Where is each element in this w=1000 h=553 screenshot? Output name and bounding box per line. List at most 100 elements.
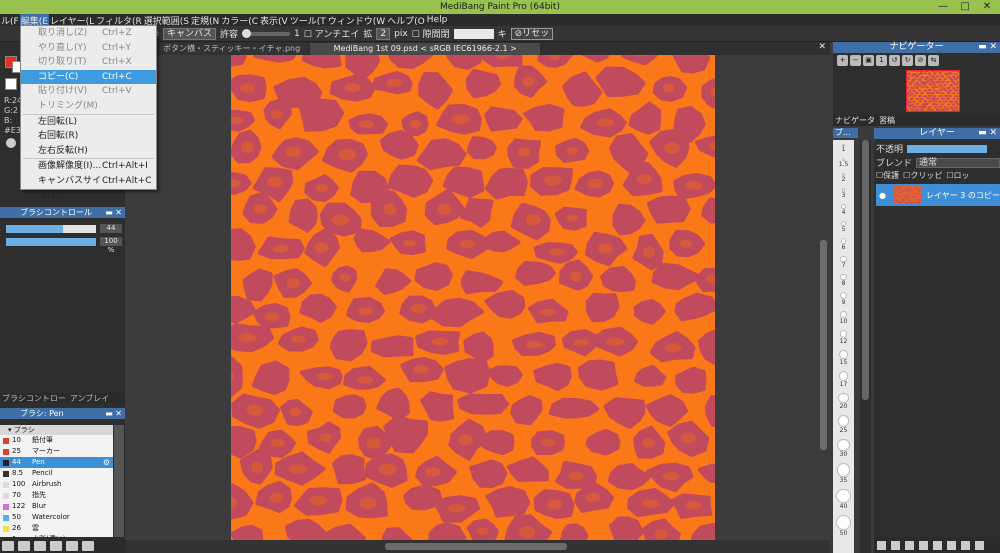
- actual-size-icon[interactable]: 1: [876, 55, 887, 66]
- copy-brush-icon[interactable]: [34, 540, 46, 551]
- blend-select[interactable]: 通常: [916, 157, 1000, 168]
- reset-rotate-icon[interactable]: ⊘: [915, 55, 926, 66]
- edit-menu-item-3[interactable]: コピー(C) Ctrl+C: [21, 69, 156, 85]
- brush-size-item[interactable]: 30: [833, 438, 854, 458]
- brush-opacity-slider[interactable]: [6, 238, 96, 246]
- brush-size-item[interactable]: 6: [833, 238, 854, 251]
- brush-item[interactable]: 8.5 Pencil: [0, 468, 113, 479]
- brush-list-scrollbar[interactable]: [114, 425, 124, 537]
- brush-size-item[interactable]: 1: [833, 144, 854, 153]
- add-brush-icon[interactable]: [2, 540, 14, 551]
- brush-size-item[interactable]: 15: [833, 350, 854, 366]
- layer-move-up-icon[interactable]: [933, 540, 942, 550]
- brush-size-item[interactable]: 20: [833, 392, 854, 410]
- edit-menu-item-7[interactable]: 右回転(R): [21, 129, 156, 144]
- menu-item-0[interactable]: ル(F: [0, 14, 20, 27]
- rotate-right-icon[interactable]: ↻: [902, 55, 913, 66]
- lock-checkbox[interactable]: ☐ロッ: [946, 170, 969, 181]
- brush-size-item[interactable]: 17: [833, 371, 854, 388]
- palette-icon[interactable]: [6, 138, 16, 148]
- brush-size-slider[interactable]: [6, 225, 96, 233]
- edit-menu-item-10[interactable]: キャンバスサイズ(S)... Ctrl+Alt+C: [21, 174, 156, 201]
- menu-item-5[interactable]: 定規(N: [190, 14, 220, 27]
- brush-size-item[interactable]: 35: [833, 463, 854, 484]
- edit-menu-item-2[interactable]: 切り取り(T) Ctrl+X: [21, 55, 156, 70]
- brush-size-item[interactable]: 2: [833, 173, 854, 183]
- new-layer-icon[interactable]: [877, 540, 886, 550]
- brush-item[interactable]: 70 指先: [0, 490, 113, 501]
- minimize-button[interactable]: —: [932, 0, 954, 14]
- menu-item-6[interactable]: カラー(C: [220, 14, 259, 27]
- close-button[interactable]: ✕: [976, 0, 998, 14]
- brush-item[interactable]: 122 Blur: [0, 501, 113, 512]
- brush-size-item[interactable]: 12: [833, 330, 854, 345]
- brush-size-item[interactable]: 1.5: [833, 158, 854, 168]
- brush-category[interactable]: ▾ ブラシ: [0, 425, 113, 435]
- brush-item[interactable]: 25 マーカー: [0, 446, 113, 457]
- brush-item[interactable]: 26 雲: [0, 523, 113, 534]
- brush-panel-close-icon[interactable]: ▬ ✕: [105, 408, 122, 419]
- clipping-checkbox[interactable]: ☐クリッピ: [903, 170, 942, 181]
- panel-pin-icon[interactable]: ▬ ✕: [105, 207, 122, 218]
- merge-layer-icon[interactable]: [961, 540, 970, 550]
- brush-item[interactable]: 100 Airbrush: [0, 479, 113, 490]
- brush-size-scrollbar[interactable]: [860, 140, 871, 553]
- visibility-eye-icon[interactable]: ●: [879, 191, 886, 200]
- brush-settings-icon[interactable]: [18, 540, 30, 551]
- layer-item[interactable]: ● レイヤー 3 のコピー: [876, 184, 1000, 206]
- menu-item-8[interactable]: ツール(T: [289, 14, 327, 27]
- navigator-thumbnail[interactable]: [906, 70, 960, 112]
- brush-size-item[interactable]: 4: [833, 204, 854, 216]
- tab-file1[interactable]: ボタン横・スティッキー・イチャ.png: [155, 43, 309, 55]
- brush-size-item[interactable]: 3: [833, 188, 854, 199]
- brush-size-value[interactable]: 44: [100, 224, 122, 233]
- tolerance-slider[interactable]: [242, 28, 291, 38]
- close-tab-icon[interactable]: ✕: [818, 42, 826, 52]
- brush-opacity-value[interactable]: 100 %: [100, 237, 122, 254]
- edit-menu-item-1[interactable]: やり直し(Y) Ctrl+Y: [21, 41, 156, 56]
- transparent-color-swatch[interactable]: [5, 78, 17, 90]
- layer-opacity-slider[interactable]: [907, 144, 988, 153]
- canvas-artwork[interactable]: [231, 55, 715, 540]
- navigator-close-icon[interactable]: ▬ ✕: [978, 42, 997, 53]
- tab-history[interactable]: 習稿: [877, 115, 897, 126]
- brush-size-item[interactable]: 40: [833, 488, 854, 510]
- menu-item-11[interactable]: Help: [426, 15, 449, 25]
- tab-file2[interactable]: MediBang 1st 09.psd < sRGB IEC61966-2.1 …: [310, 43, 541, 55]
- brush-item[interactable]: 10 鉛付筆: [0, 435, 113, 446]
- edit-menu-item-0[interactable]: 取り消し(Z) Ctrl+Z: [21, 26, 156, 41]
- layer-close-icon[interactable]: ▬ ✕: [978, 128, 997, 139]
- menu-item-7[interactable]: 表示(V: [259, 14, 289, 27]
- new-folder-icon[interactable]: [919, 540, 928, 550]
- flip-icon[interactable]: ⇆: [928, 55, 939, 66]
- tab-brush-control[interactable]: ブラシコントロー: [0, 393, 68, 403]
- maximize-button[interactable]: □: [954, 0, 976, 14]
- tab-navigator[interactable]: ナビゲータ: [833, 115, 877, 126]
- gap-close-input[interactable]: [453, 28, 494, 39]
- new-halftone-layer-icon[interactable]: [905, 540, 914, 550]
- reference-select[interactable]: キャンバス: [163, 27, 217, 40]
- brush-item[interactable]: 50 Watercolor: [0, 512, 113, 523]
- brush-settings-gear-icon[interactable]: ⚙: [103, 457, 110, 468]
- zoom-out-icon[interactable]: −: [850, 55, 861, 66]
- menu-item-9[interactable]: ウィンドウ(W: [327, 14, 386, 27]
- expand-select[interactable]: 2: [376, 27, 391, 40]
- brush-size-item[interactable]: 7: [833, 255, 854, 269]
- brush-size-item[interactable]: 5: [833, 220, 854, 233]
- brush-size-item[interactable]: 50: [833, 515, 854, 537]
- brush-move-icon[interactable]: [66, 540, 78, 551]
- edit-menu-item-5[interactable]: トリミング(M): [21, 99, 156, 114]
- new-8bit-layer-icon[interactable]: [891, 540, 900, 550]
- brush-size-item[interactable]: 10: [833, 311, 854, 325]
- brush-item[interactable]: 44 Pen ⚙: [0, 457, 113, 468]
- tab-brush-other[interactable]: アンブレイ: [68, 393, 111, 403]
- edit-menu-item-9[interactable]: 画像解像度(I)... Ctrl+Alt+I: [21, 159, 156, 174]
- canvas-vertical-scrollbar[interactable]: [818, 55, 830, 540]
- menu-item-10[interactable]: ヘルプ(O: [386, 14, 426, 27]
- brush-size-item[interactable]: 8: [833, 273, 854, 287]
- brush-item[interactable]: 1水彩(濃い): [0, 534, 113, 537]
- rotate-left-icon[interactable]: ↺: [889, 55, 900, 66]
- delete-brush-icon[interactable]: [82, 540, 94, 551]
- edit-menu-item-6[interactable]: 左回転(L): [21, 115, 156, 130]
- brush-size-item[interactable]: 25: [833, 415, 854, 434]
